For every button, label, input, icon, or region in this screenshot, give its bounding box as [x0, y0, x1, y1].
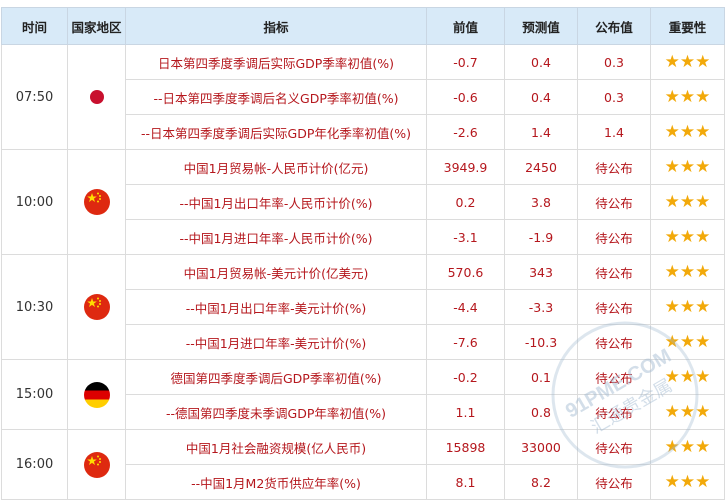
header-time: 时间	[1, 7, 68, 45]
table-header-row: 时间 国家地区 指标 前值 预测值 公布值 重要性	[1, 7, 725, 45]
country-cell	[67, 359, 126, 430]
importance-stars-icon: ★★★	[650, 79, 725, 115]
country-cell	[67, 149, 126, 255]
importance-stars-icon: ★★★	[650, 149, 725, 185]
importance-stars-icon: ★★★	[650, 254, 725, 290]
importance-stars-icon: ★★★	[650, 324, 725, 360]
forecast-value: 0.8	[504, 394, 578, 430]
time-cell: 10:00	[1, 149, 68, 255]
indicator-link[interactable]: 中国1月社会融资规模(亿人民币)	[125, 429, 427, 465]
country-cell	[67, 254, 126, 360]
previous-value: -7.6	[426, 324, 505, 360]
forecast-value: 8.2	[504, 464, 578, 500]
country-cell	[67, 44, 126, 150]
indicator-link[interactable]: --德国第四季度未季调GDP年率初值(%)	[125, 394, 427, 430]
country-cell	[67, 429, 126, 500]
previous-value: -4.4	[426, 289, 505, 325]
time-cell: 07:50	[1, 44, 68, 150]
previous-value: 15898	[426, 429, 505, 465]
china-flag-icon	[83, 294, 110, 320]
indicator-link[interactable]: 中国1月贸易帐-人民币计价(亿元)	[125, 149, 427, 185]
header-actual: 公布值	[577, 7, 651, 45]
previous-value: 0.2	[426, 184, 505, 220]
forecast-value: 2450	[504, 149, 578, 185]
forecast-value: 0.1	[504, 359, 578, 395]
time-cell: 10:30	[1, 254, 68, 360]
actual-value: 待公布	[577, 464, 651, 500]
actual-value: 待公布	[577, 149, 651, 185]
china-flag-icon	[83, 189, 110, 215]
importance-stars-icon: ★★★	[650, 464, 725, 500]
actual-value: 待公布	[577, 429, 651, 465]
table-row[interactable]: 16:00 中国1月社会融资规模(亿人民币) 15898 33000 待公布 ★…	[1, 429, 725, 500]
table-row[interactable]: 07:50 日本第四季度季调后实际GDP季率初值(%) -0.7 0.4 0.3…	[1, 44, 725, 150]
header-importance: 重要性	[650, 7, 725, 45]
indicator-link[interactable]: --中国1月进口年率-人民币计价(%)	[125, 219, 427, 255]
actual-value: 待公布	[577, 394, 651, 430]
actual-value: 待公布	[577, 219, 651, 255]
importance-stars-icon: ★★★	[650, 44, 725, 80]
table-row[interactable]: 10:30 中国1月贸易帐-美元计价(亿美元) 570.6 343 待公布 ★★…	[1, 254, 725, 360]
forecast-value: 1.4	[504, 114, 578, 150]
header-country: 国家地区	[67, 7, 126, 45]
previous-value: -0.6	[426, 79, 505, 115]
importance-stars-icon: ★★★	[650, 219, 725, 255]
indicator-link[interactable]: --中国1月出口年率-美元计价(%)	[125, 289, 427, 325]
forecast-value: -1.9	[504, 219, 578, 255]
previous-value: 1.1	[426, 394, 505, 430]
importance-stars-icon: ★★★	[650, 184, 725, 220]
table-row[interactable]: 10:00 中国1月贸易帐-人民币计价(亿元) 3949.9 2450 待公布 …	[1, 149, 725, 255]
importance-stars-icon: ★★★	[650, 359, 725, 395]
previous-value: -3.1	[426, 219, 505, 255]
forecast-value: 343	[504, 254, 578, 290]
china-flag-icon	[83, 451, 110, 478]
japan-flag-icon	[89, 90, 104, 104]
importance-stars-icon: ★★★	[650, 429, 725, 465]
indicator-link[interactable]: 日本第四季度季调后实际GDP季率初值(%)	[125, 44, 427, 80]
actual-value: 待公布	[577, 359, 651, 395]
previous-value: -0.7	[426, 44, 505, 80]
indicator-link[interactable]: --中国1月进口年率-美元计价(%)	[125, 324, 427, 360]
header-forecast: 预测值	[504, 7, 578, 45]
previous-value: 3949.9	[426, 149, 505, 185]
importance-stars-icon: ★★★	[650, 394, 725, 430]
indicator-link[interactable]: 德国第四季度季调后GDP季率初值(%)	[125, 359, 427, 395]
previous-value: -0.2	[426, 359, 505, 395]
importance-stars-icon: ★★★	[650, 114, 725, 150]
table-row[interactable]: 15:00 德国第四季度季调后GDP季率初值(%) -0.2 0.1 待公布 ★…	[1, 359, 725, 430]
actual-value: 1.4	[577, 114, 651, 150]
actual-value: 待公布	[577, 324, 651, 360]
time-cell: 16:00	[1, 429, 68, 500]
forecast-value: 3.8	[504, 184, 578, 220]
germany-flag-icon	[83, 381, 110, 408]
header-indicator: 指标	[125, 7, 427, 45]
actual-value: 待公布	[577, 254, 651, 290]
indicator-link[interactable]: --中国1月M2货币供应年率(%)	[125, 464, 427, 500]
forecast-value: 0.4	[504, 44, 578, 80]
actual-value: 待公布	[577, 184, 651, 220]
header-previous: 前值	[426, 7, 505, 45]
actual-value: 0.3	[577, 44, 651, 80]
economic-calendar-table: 时间 国家地区 指标 前值 预测值 公布值 重要性 07:50 日本第四季度季调…	[1, 7, 725, 500]
importance-stars-icon: ★★★	[650, 289, 725, 325]
indicator-link[interactable]: --日本第四季度季调后实际GDP年化季率初值(%)	[125, 114, 427, 150]
forecast-value: 0.4	[504, 79, 578, 115]
previous-value: 8.1	[426, 464, 505, 500]
indicator-link[interactable]: --中国1月出口年率-人民币计价(%)	[125, 184, 427, 220]
indicator-link[interactable]: 中国1月贸易帐-美元计价(亿美元)	[125, 254, 427, 290]
previous-value: -2.6	[426, 114, 505, 150]
previous-value: 570.6	[426, 254, 505, 290]
actual-value: 待公布	[577, 289, 651, 325]
forecast-value: 33000	[504, 429, 578, 465]
actual-value: 0.3	[577, 79, 651, 115]
indicator-link[interactable]: --日本第四季度季调后名义GDP季率初值(%)	[125, 79, 427, 115]
time-cell: 15:00	[1, 359, 68, 430]
forecast-value: -10.3	[504, 324, 578, 360]
forecast-value: -3.3	[504, 289, 578, 325]
